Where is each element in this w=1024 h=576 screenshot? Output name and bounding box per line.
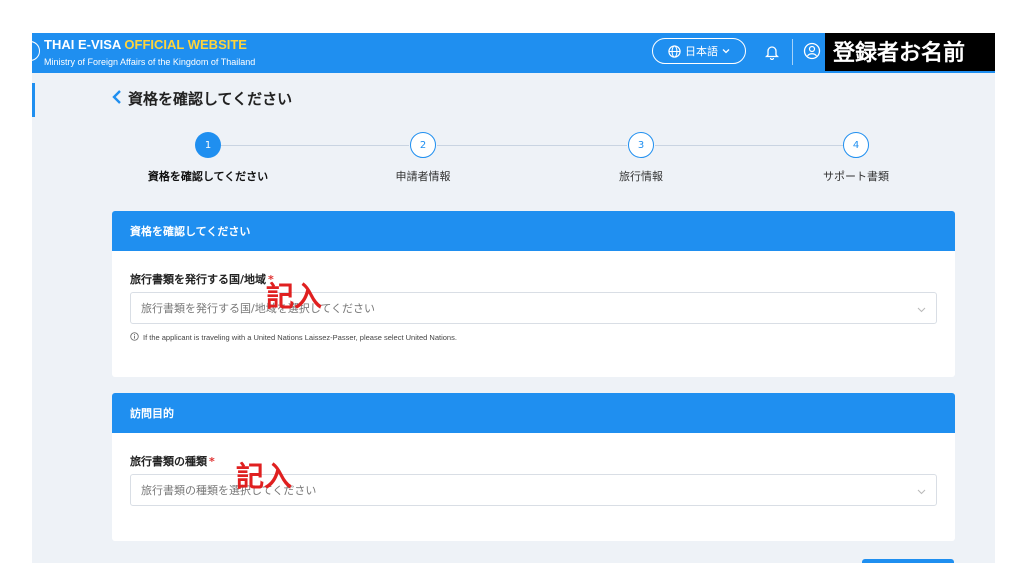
chevron-left-icon — [112, 89, 122, 108]
language-selector[interactable]: 日本語 — [652, 38, 746, 64]
progress-stepper: 1 資格を確認してください 2 申請者情報 3 旅行情報 4 サポート書類 — [32, 132, 995, 192]
chevron-down-icon — [917, 303, 926, 316]
field-label-text: 旅行書類を発行する国/地域 — [130, 273, 267, 286]
chevron-down-icon — [917, 485, 926, 498]
step-4[interactable]: 4 サポート書類 — [786, 132, 926, 184]
chevron-down-icon — [722, 48, 730, 54]
top-bar: THAI E-VISA OFFICIAL WEBSITE Ministry of… — [32, 33, 995, 73]
field-label: 旅行書類を発行する国/地域 * — [130, 271, 274, 287]
user-name-label[interactable]: 登録者お名前 — [825, 33, 995, 71]
brand-part2: OFFICIAL WEBSITE — [124, 37, 247, 52]
help-text-content: If the applicant is traveling with a Uni… — [143, 333, 457, 342]
step-number: 3 — [628, 132, 654, 158]
issuing-country-select[interactable]: 旅行書類を発行する国/地域を選択してください — [130, 292, 937, 324]
card-header: 資格を確認してください — [112, 211, 955, 251]
info-icon — [130, 332, 139, 343]
brand-part1: THAI E-VISA — [44, 37, 125, 52]
app-frame: THAI E-VISA OFFICIAL WEBSITE Ministry of… — [32, 33, 995, 563]
step-label: 申請者情報 — [395, 170, 451, 183]
help-text: If the applicant is traveling with a Uni… — [130, 332, 457, 343]
site-brand[interactable]: THAI E-VISA OFFICIAL WEBSITE — [44, 37, 247, 52]
step-1[interactable]: 1 資格を確認してください — [138, 132, 278, 184]
site-subtitle: Ministry of Foreign Affairs of the Kingd… — [44, 57, 256, 67]
user-icon[interactable] — [803, 42, 821, 64]
annotation-stamp: 記入 — [266, 280, 323, 313]
step-number: 4 — [843, 132, 869, 158]
step-label: 資格を確認してください — [147, 170, 269, 183]
page-title: 資格を確認してください — [128, 90, 293, 108]
field-label-text: 旅行書類の種類 — [130, 455, 207, 468]
select-placeholder: 旅行書類を発行する国/地域を選択してください — [141, 302, 376, 315]
field-label: 旅行書類の種類 * — [130, 453, 215, 469]
step-3[interactable]: 3 旅行情報 — [571, 132, 711, 184]
eligibility-card: 資格を確認してください 旅行書類を発行する国/地域 * 旅行書類を発行する国/地域… — [112, 211, 955, 377]
bell-icon[interactable] — [764, 44, 780, 64]
globe-icon — [668, 44, 681, 58]
back-link[interactable]: 資格を確認してください — [112, 88, 292, 109]
step-label: サポート書類 — [823, 170, 889, 183]
annotation-stamp: 記入 — [236, 460, 293, 493]
language-label: 日本語 — [685, 45, 718, 58]
step-label: 旅行情報 — [619, 170, 663, 183]
visit-purpose-card: 訪問目的 旅行書類の種類 * 旅行書類の種類を選択してください 記入 — [112, 393, 955, 541]
step-number: 1 — [195, 132, 221, 158]
emblem-icon — [32, 41, 40, 61]
next-button[interactable] — [862, 559, 954, 563]
card-header: 訪問目的 — [112, 393, 955, 433]
required-mark: * — [209, 455, 215, 468]
header-divider — [792, 39, 793, 65]
side-accent — [32, 83, 35, 117]
step-2[interactable]: 2 申請者情報 — [353, 132, 493, 184]
step-number: 2 — [410, 132, 436, 158]
